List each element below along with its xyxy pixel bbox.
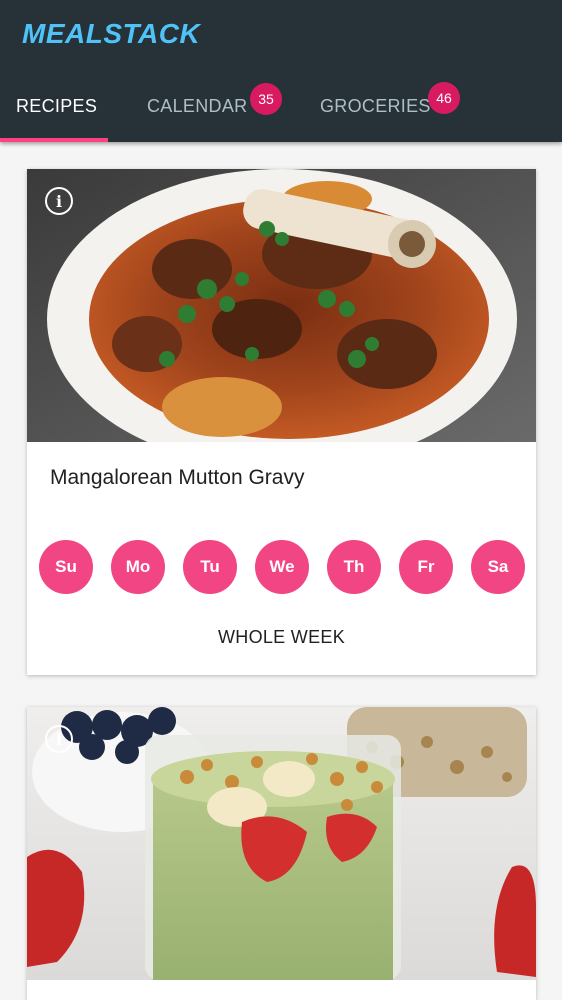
recipe-image[interactable]: i [27, 169, 536, 442]
day-button-wednesday[interactable]: We [255, 540, 309, 594]
app-bar: MEALSTACK RECIPES CALENDAR 35 GROCERIES … [0, 0, 562, 142]
recipe-card[interactable]: i [27, 707, 536, 1000]
info-icon[interactable]: i [45, 725, 73, 753]
day-button-thursday[interactable]: Th [327, 540, 381, 594]
day-button-saturday[interactable]: Sa [471, 540, 525, 594]
recipe-card[interactable]: i Mangalorean Mutton Gravy Su Mo Tu We T… [27, 169, 536, 675]
app-title: MEALSTACK [22, 18, 201, 49]
groceries-count-badge: 46 [428, 82, 460, 114]
calendar-count-badge: 35 [250, 83, 282, 115]
info-icon[interactable]: i [45, 187, 73, 215]
day-button-tuesday[interactable]: Tu [183, 540, 237, 594]
whole-week-button[interactable]: WHOLE WEEK [27, 627, 536, 648]
recipe-title: Mangalorean Mutton Gravy [50, 466, 305, 489]
tab-indicator [0, 138, 108, 142]
day-selector: Su Mo Tu We Th Fr Sa [39, 540, 525, 594]
day-button-friday[interactable]: Fr [399, 540, 453, 594]
day-button-monday[interactable]: Mo [111, 540, 165, 594]
tab-groceries[interactable]: GROCERIES [320, 96, 431, 120]
tab-recipes[interactable]: RECIPES [16, 96, 97, 120]
day-button-sunday[interactable]: Su [39, 540, 93, 594]
recipe-image[interactable]: i [27, 707, 536, 980]
tab-calendar[interactable]: CALENDAR [147, 96, 247, 120]
